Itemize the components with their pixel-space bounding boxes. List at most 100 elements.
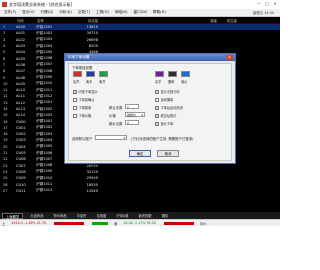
row-name: 沪铝1004 bbox=[36, 43, 53, 48]
option-confirm[interactable]: 下单前确认 bbox=[73, 97, 94, 102]
price-label: 价格 bbox=[109, 114, 116, 118]
row-volume: 29940 bbox=[86, 176, 98, 181]
row-index: 10 bbox=[3, 81, 8, 86]
checkbox-show-flash[interactable] bbox=[73, 89, 77, 94]
market-tab[interactable]: 上海期货 bbox=[2, 212, 24, 219]
maximize-button[interactable]: □ bbox=[264, 1, 270, 7]
option-auto-cancel[interactable]: 自动撤单 bbox=[155, 97, 173, 102]
table-row[interactable]: 27 CU11 沪铜1012 12040 bbox=[0, 188, 280, 194]
menu-network[interactable]: 网络(N) bbox=[115, 10, 128, 15]
checkbox-auto-cancel[interactable] bbox=[155, 97, 159, 102]
close-button[interactable]: × bbox=[272, 1, 278, 7]
checkbox-chase[interactable] bbox=[155, 121, 159, 126]
option-price[interactable]: 下单价格 bbox=[73, 113, 91, 118]
option-show-flash[interactable]: 闪电下单显示 bbox=[73, 89, 98, 94]
price-select[interactable]: 最新价 bbox=[125, 112, 145, 117]
swatch-sell-close[interactable] bbox=[86, 71, 95, 77]
market-tab[interactable]: 自选股 bbox=[93, 213, 109, 219]
row-name: 沪铜1010 bbox=[36, 175, 53, 180]
status-bar-left-red bbox=[54, 221, 85, 225]
color-group-label: 下单按钮设置 bbox=[72, 66, 93, 70]
menu-help[interactable]: 帮助(H) bbox=[153, 10, 166, 15]
swatch-label-buy-close: 买平 bbox=[155, 80, 162, 84]
header-volume[interactable]: 持仓量 bbox=[64, 18, 102, 23]
row-name: 沪铝1010 bbox=[36, 81, 53, 86]
option-auto-close[interactable]: 下单后自动关闭 bbox=[155, 105, 183, 110]
row-index: 9 bbox=[3, 75, 6, 80]
dialog-close-button[interactable]: × bbox=[226, 55, 233, 60]
market-tab[interactable]: 板块指数 bbox=[136, 213, 155, 219]
row-name: 沪铝1001 bbox=[36, 100, 53, 105]
option-chase[interactable]: 追价下单 bbox=[155, 121, 173, 126]
row-code: CU09 bbox=[16, 176, 26, 181]
header-change[interactable]: 涨幅 bbox=[210, 18, 217, 23]
row-name: 沪铜1012 bbox=[36, 188, 53, 193]
menu-file[interactable]: 文件(F) bbox=[4, 10, 16, 15]
ok-button[interactable]: 确定 bbox=[129, 150, 151, 157]
grid-header-right: 涨幅 成交量 bbox=[210, 17, 237, 24]
row-name: 沪铜1009 bbox=[36, 169, 53, 174]
color-swatches-right bbox=[155, 71, 190, 77]
row-code: CU03 bbox=[16, 138, 26, 143]
market-tab[interactable]: 期权 bbox=[159, 213, 172, 219]
swatch-chase[interactable] bbox=[181, 71, 190, 77]
row-name: 沪铝1003 bbox=[36, 37, 53, 42]
row-index: 19 bbox=[3, 138, 8, 143]
option-qty[interactable]: 下单数量 bbox=[73, 105, 91, 110]
swatch-label-sell-close: 卖平 bbox=[86, 80, 93, 84]
market-tab[interactable]: 郑州商品 bbox=[50, 213, 69, 219]
swatch-buy-open[interactable] bbox=[73, 71, 82, 77]
row-code: AL01 bbox=[16, 31, 26, 36]
header-code[interactable]: 代码 bbox=[14, 18, 34, 23]
checkbox-price[interactable] bbox=[73, 113, 77, 118]
option-five-levels[interactable]: 显示五档行情 bbox=[155, 89, 180, 94]
menu-window[interactable]: 窗口(W) bbox=[134, 10, 148, 15]
option-label: 下单后自动关闭 bbox=[160, 106, 183, 110]
title-bar: 金字塔决策交易系统 - [综合显示板] — □ × bbox=[0, 0, 280, 9]
status-label-sme: 中小 bbox=[199, 221, 207, 226]
account-select[interactable] bbox=[95, 135, 127, 140]
row-index: 14 bbox=[3, 107, 8, 111]
menu-quote[interactable]: 行情(Q) bbox=[41, 10, 54, 15]
cancel-button[interactable]: 取消 bbox=[157, 150, 179, 157]
row-index: 24 bbox=[3, 169, 8, 174]
checkbox-confirm[interactable] bbox=[73, 97, 77, 102]
menu-trade[interactable]: 交易(T) bbox=[78, 10, 90, 15]
market-tab[interactable]: 沪深A股 bbox=[113, 213, 131, 219]
menu-analysis[interactable]: 分析(A) bbox=[59, 10, 71, 15]
swatch-cancel[interactable] bbox=[168, 71, 177, 77]
offset-input[interactable]: 0 bbox=[125, 120, 139, 125]
option-label: 闪电下单显示 bbox=[78, 90, 98, 94]
row-index: 3 bbox=[3, 37, 6, 42]
row-code: CU00 bbox=[16, 119, 26, 124]
minimize-button[interactable]: — bbox=[256, 1, 262, 7]
checkbox-qty[interactable] bbox=[73, 105, 77, 110]
swatch-buy-close[interactable] bbox=[155, 71, 164, 77]
window-title: 金字塔决策交易系统 - [综合显示板] bbox=[9, 1, 73, 7]
menu-tools[interactable]: 工具(O) bbox=[96, 10, 109, 15]
row-index: 20 bbox=[3, 144, 8, 149]
option-label: 下单价格 bbox=[78, 114, 92, 118]
market-tab[interactable]: 大连商品 bbox=[27, 213, 46, 219]
checkbox-fill-notify[interactable] bbox=[155, 113, 159, 118]
row-code: CU06 bbox=[16, 157, 26, 162]
checkbox-five-levels[interactable] bbox=[155, 89, 159, 94]
header-turnover[interactable]: 成交量 bbox=[227, 18, 237, 23]
header-name[interactable]: 名称 bbox=[34, 18, 64, 23]
swatch-sell-open[interactable] bbox=[99, 71, 108, 77]
option-fill-notify[interactable]: 成交后提示 bbox=[155, 113, 176, 118]
row-code: AL00 bbox=[16, 25, 26, 30]
menu-bar: 文件(F) 显示(V) 行情(Q) 分析(A) 交易(T) 工具(O) 网络(N… bbox=[0, 9, 280, 17]
checkbox-auto-close[interactable] bbox=[155, 105, 159, 110]
row-name: 沪铝1008 bbox=[36, 68, 53, 73]
grid-header: 代码 名称 持仓量 bbox=[0, 17, 280, 24]
option-label: 下单前确认 bbox=[78, 98, 95, 102]
app-window: 金字塔决策交易系统 - [综合显示板] — □ × 文件(F) 显示(V) 行情… bbox=[0, 0, 280, 270]
menu-view[interactable]: 显示(V) bbox=[22, 10, 34, 15]
status-bar-left-green bbox=[92, 221, 109, 225]
market-tab[interactable]: 中金所 bbox=[74, 213, 90, 219]
row-code: AL06 bbox=[16, 62, 26, 67]
qty-input[interactable]: 1 bbox=[125, 104, 139, 109]
row-name: 沪铝1005 bbox=[36, 49, 53, 54]
row-index: 15 bbox=[3, 113, 8, 118]
